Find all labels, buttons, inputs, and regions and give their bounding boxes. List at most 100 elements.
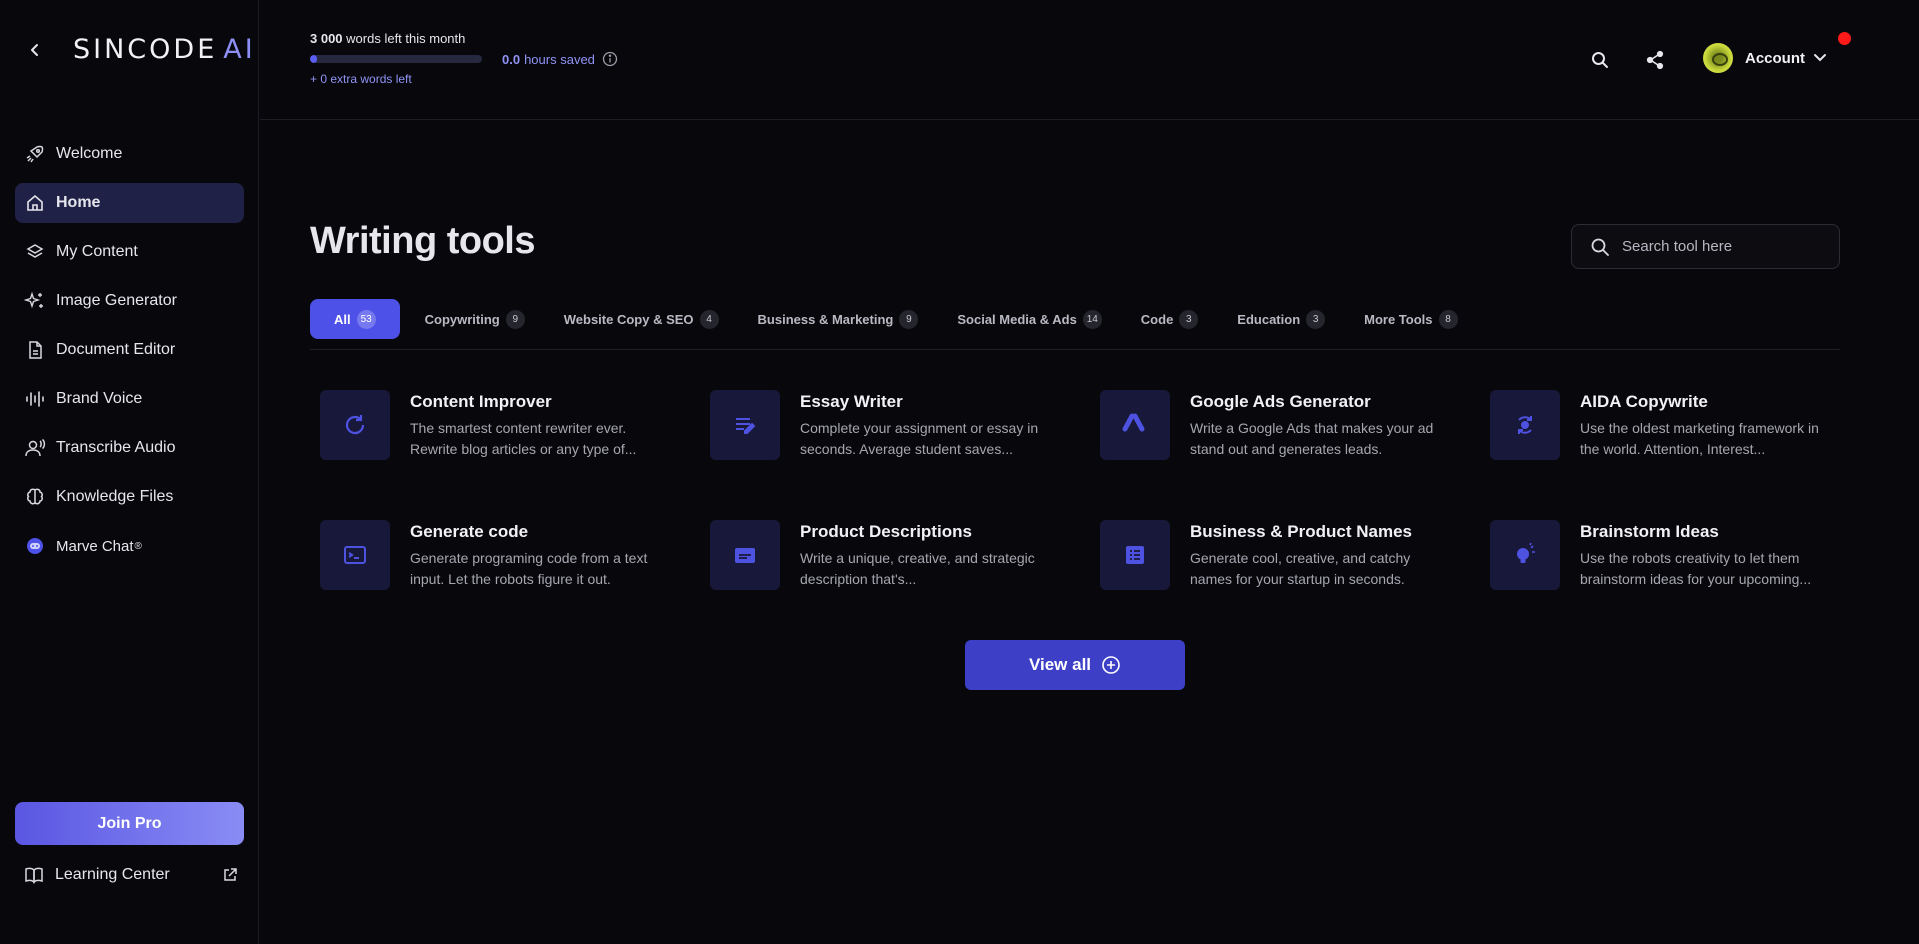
view-all-label: View all xyxy=(1028,655,1092,674)
tool-description: Use the oldest marketing framework in th… xyxy=(1580,420,1819,457)
tool-description: Generate programing code from a text inp… xyxy=(410,550,648,587)
tool-name: Business & Product Names xyxy=(1190,522,1413,541)
tab-code[interactable]: Code 3 xyxy=(1127,299,1213,339)
tab-count: 4 xyxy=(699,309,719,329)
search-input[interactable] xyxy=(1622,238,1822,255)
tab-business-marketing[interactable]: Business & Marketing 9 xyxy=(744,299,933,339)
logo[interactable]: SINCODE AI xyxy=(73,34,256,65)
sidebar-item-label: Image Generator xyxy=(56,292,177,309)
view-all-button[interactable]: View all xyxy=(965,640,1185,690)
sidebar-item-marve-chat[interactable]: Marve Chat ® xyxy=(15,526,244,566)
tool-name: Product Descriptions xyxy=(800,522,972,541)
learning-center-label: Learning Center xyxy=(55,866,170,883)
tool-name: AIDA Copywrite xyxy=(1580,392,1708,411)
tab-education[interactable]: Education 3 xyxy=(1223,299,1339,339)
terminal-icon xyxy=(320,520,390,590)
tab-count: 8 xyxy=(1438,309,1458,329)
search-icon[interactable] xyxy=(1588,48,1612,72)
tool-card-product-descriptions[interactable]: Product Descriptions Write a unique, cre… xyxy=(710,520,1070,592)
sidebar-item-welcome[interactable]: Welcome xyxy=(15,134,244,174)
tool-card-brainstorm-ideas[interactable]: Brainstorm Ideas Use the robots creativi… xyxy=(1490,520,1850,592)
back-button[interactable] xyxy=(22,37,48,63)
subtitles-icon xyxy=(710,520,780,590)
rocket-icon xyxy=(24,143,46,165)
tabs-divider xyxy=(310,349,1840,350)
voice-user-icon xyxy=(24,437,46,459)
tab-website-copy-seo[interactable]: Website Copy & SEO 4 xyxy=(550,299,733,339)
info-icon[interactable] xyxy=(602,51,618,67)
join-pro-button[interactable]: Join Pro xyxy=(15,802,244,845)
tab-social-media-ads[interactable]: Social Media & Ads 14 xyxy=(943,299,1115,339)
layers-icon xyxy=(24,241,46,263)
sparkles-icon xyxy=(24,290,46,312)
words-left: 3 000 words left this month xyxy=(310,31,465,46)
tab-label: Code xyxy=(1140,311,1174,327)
words-progress-bar xyxy=(310,55,482,63)
tool-name: Essay Writer xyxy=(800,392,903,411)
refresh-icon xyxy=(320,390,390,460)
logo-text: SINCODE xyxy=(73,34,218,65)
lightbulb-icon xyxy=(1490,520,1560,590)
tab-label: Copywriting xyxy=(424,311,500,327)
search-icon xyxy=(1591,238,1609,256)
edit-lines-icon xyxy=(710,390,780,460)
logo-ai: AI xyxy=(223,34,256,65)
hours-saved: 0.0 hours saved xyxy=(502,51,618,67)
tool-card-essay-writer[interactable]: Essay Writer Complete your assignment or… xyxy=(710,390,1070,462)
soundwave-icon xyxy=(24,388,46,410)
sidebar-item-brand-voice[interactable]: Brand Voice xyxy=(15,379,244,419)
sidebar-item-label: Transcribe Audio xyxy=(56,439,176,456)
sidebar-item-knowledge-files[interactable]: Knowledge Files xyxy=(15,477,244,517)
tool-card-generate-code[interactable]: Generate code Generate programing code f… xyxy=(320,520,680,592)
tab-more-tools[interactable]: More Tools 8 xyxy=(1350,299,1471,339)
tool-card-google-ads-generator[interactable]: Google Ads Generator Write a Google Ads … xyxy=(1100,390,1460,462)
tab-all[interactable]: All 53 xyxy=(310,299,400,339)
tool-card-business-product-names[interactable]: Business & Product Names Generate cool, … xyxy=(1100,520,1460,592)
sidebar-item-document-editor[interactable]: Document Editor xyxy=(15,330,244,370)
tool-card-aida-copywrite[interactable]: AIDA Copywrite Use the oldest marketing … xyxy=(1490,390,1850,462)
page-title: Writing tools xyxy=(310,220,536,262)
sidebar-nav: Welcome Home My Content Image Generator … xyxy=(15,134,244,575)
sidebar-item-label: Document Editor xyxy=(56,341,176,358)
category-tabs: All 53 Copywriting 9 Website Copy & SEO 4 B… xyxy=(310,299,1483,339)
learning-center-link[interactable]: Learning Center xyxy=(24,862,238,888)
sidebar-item-transcribe-audio[interactable]: Transcribe Audio xyxy=(15,428,244,468)
share-icon[interactable] xyxy=(1643,48,1667,72)
sidebar: SINCODE AI Welcome Home My Content Image … xyxy=(0,0,259,944)
sidebar-item-home[interactable]: Home xyxy=(15,183,244,223)
registered-mark: ® xyxy=(134,540,142,552)
tool-name: Content Improver xyxy=(410,392,552,411)
extra-words-link[interactable]: + 0 extra words left xyxy=(310,72,412,86)
tab-count: 9 xyxy=(505,309,525,329)
tab-label: Business & Marketing xyxy=(757,311,894,327)
document-icon xyxy=(24,339,46,361)
tool-description: Use the robots creativity to let them br… xyxy=(1580,550,1812,587)
tab-label: Website Copy & SEO xyxy=(563,311,694,327)
words-text: words left this month xyxy=(342,31,466,46)
account-label: Account xyxy=(1745,49,1805,67)
plus-circle-icon xyxy=(1101,655,1121,675)
avatar xyxy=(1703,43,1733,73)
sidebar-item-image-generator[interactable]: Image Generator xyxy=(15,281,244,321)
tab-count: 14 xyxy=(1082,309,1102,329)
tab-label: Social Media & Ads xyxy=(957,311,1077,327)
tab-copywriting[interactable]: Copywriting 9 xyxy=(411,299,539,339)
tool-card-content-improver[interactable]: Content Improver The smartest content re… xyxy=(320,390,680,462)
list-alt-icon xyxy=(1100,520,1170,590)
tab-count: 3 xyxy=(1179,309,1199,329)
home-icon xyxy=(24,192,46,214)
sidebar-item-label: Marve Chat xyxy=(56,537,134,555)
sidebar-item-label: Brand Voice xyxy=(56,390,143,407)
tool-search[interactable] xyxy=(1571,224,1840,269)
sidebar-item-my-content[interactable]: My Content xyxy=(15,232,244,272)
book-icon xyxy=(24,866,44,884)
words-progress-fill xyxy=(310,55,317,63)
tool-name: Brainstorm Ideas xyxy=(1580,522,1719,541)
account-menu[interactable]: Account xyxy=(1703,43,1827,73)
hours-text: hours saved xyxy=(524,51,595,67)
hours-value: 0.0 xyxy=(502,51,521,67)
sidebar-item-label: My Content xyxy=(56,243,138,260)
chevron-down-icon xyxy=(1813,53,1827,63)
tool-description: Complete your assignment or essay in sec… xyxy=(800,420,1039,457)
tool-description: Write a unique, creative, and strategic … xyxy=(800,550,1035,587)
